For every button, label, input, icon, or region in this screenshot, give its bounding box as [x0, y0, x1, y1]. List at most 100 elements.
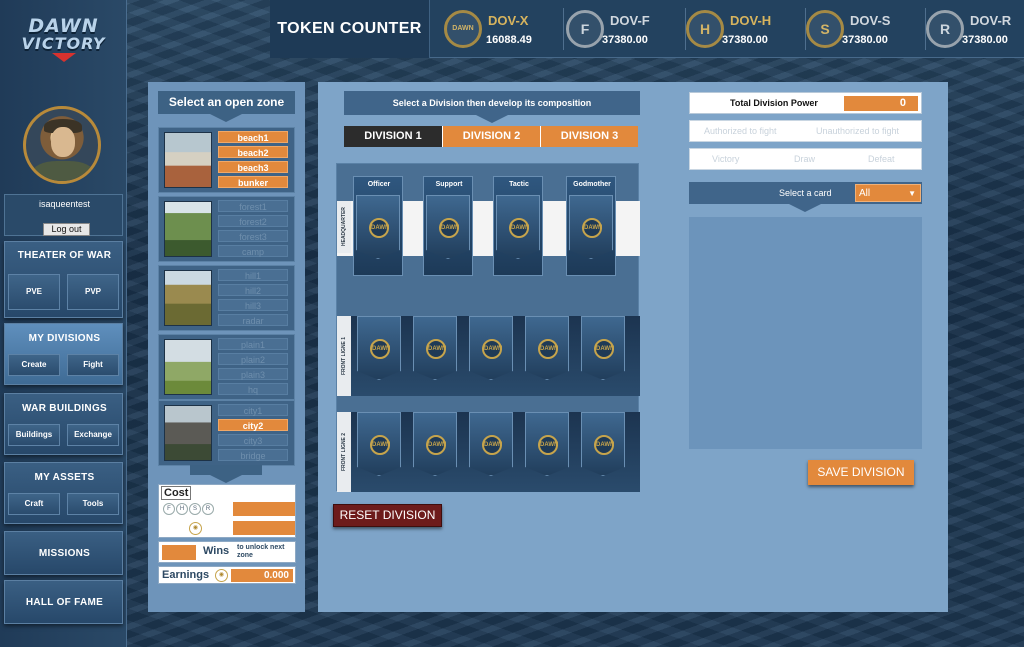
nav-war-buildings: WAR BUILDINGS Buildings Exchange	[4, 393, 123, 455]
zone-group-forest: forest1 forest2 forest3 camp	[158, 196, 295, 262]
card-slot[interactable]: DAWN	[426, 195, 470, 259]
front-line-2-slot-1[interactable]: DAWN	[357, 412, 401, 476]
nav-missions-label: MISSIONS	[38, 548, 91, 559]
nav-fight-button[interactable]: Fight	[67, 354, 119, 376]
zone-item[interactable]: hq	[218, 383, 288, 395]
front-line-1-slot-4[interactable]: DAWN	[525, 316, 569, 380]
nav-divisions-title[interactable]: MY DIVISIONS	[5, 333, 124, 344]
front-line-1-slot-2[interactable]: DAWN	[413, 316, 457, 380]
division-tab-2[interactable]: DIVISION 2	[442, 126, 540, 147]
zone-group-plain: plain1 plain2 plain3 hq	[158, 334, 295, 400]
zone-item[interactable]: plain3	[218, 368, 288, 380]
logout-button[interactable]: Log out	[43, 223, 90, 236]
nav-buildings-title[interactable]: WAR BUILDINGS	[5, 403, 124, 414]
wins-box: Wins to unlock next zone	[158, 541, 296, 563]
hq-card-tactic[interactable]: Tactic DAWN	[493, 176, 543, 276]
nav-missions-button[interactable]: MISSIONS	[4, 531, 123, 575]
front-line-1-slot-5[interactable]: DAWN	[581, 316, 625, 380]
dov-h-coin-icon: H	[686, 10, 724, 48]
front-line-2-slot-3[interactable]: DAWN	[469, 412, 513, 476]
card-slot[interactable]: DAWN	[569, 195, 613, 259]
dawn-victory-logo[interactable]: DAWN VICTORY	[0, 0, 127, 78]
division-header: Select a Division then develop its compo…	[344, 91, 640, 123]
zone-item[interactable]: city1	[218, 404, 288, 416]
cost-box: Cost F H S R ◉	[158, 484, 296, 538]
city-zone-image	[164, 405, 212, 461]
zone-item[interactable]: city2	[218, 419, 288, 431]
wins-note: to unlock next zone	[237, 544, 285, 559]
zone-item[interactable]: camp	[218, 245, 288, 257]
nav-craft-button[interactable]: Craft	[8, 493, 60, 515]
cost-token-bar	[233, 502, 295, 516]
zone-item[interactable]: plain1	[218, 338, 288, 350]
token-value: 37380.00	[722, 34, 768, 46]
zone-item[interactable]: beach2	[218, 146, 288, 158]
hq-card-support[interactable]: Support DAWN	[423, 176, 473, 276]
hq-card-officer[interactable]: Officer DAWN	[353, 176, 403, 276]
token-dov-f: F DOV-F 37380.00	[566, 8, 686, 50]
token-name: DOV-S	[850, 13, 891, 28]
front-line-2-slot-4[interactable]: DAWN	[525, 412, 569, 476]
zone-group-city: city1 city2 city3 bridge	[158, 400, 295, 466]
zone-group-beach: beach1 beach2 beach3 bunker	[158, 127, 295, 193]
card-filter-select[interactable]: All ▼	[855, 184, 921, 202]
dov-x-coin-icon: DAWN	[444, 10, 482, 48]
total-power-label: Total Division Power	[730, 98, 818, 108]
front-line-2-slot-5[interactable]: DAWN	[581, 412, 625, 476]
zone-item[interactable]: beach3	[218, 161, 288, 173]
nav-theater-title[interactable]: THEATER OF WAR	[5, 250, 124, 261]
zone-item[interactable]: beach1	[218, 131, 288, 143]
nav-tools-button[interactable]: Tools	[67, 493, 119, 515]
user-avatar	[23, 106, 101, 184]
nav-pve-button[interactable]: PVE	[8, 274, 60, 310]
zone-item[interactable]: bunker	[218, 176, 288, 188]
zone-item[interactable]: city3	[218, 434, 288, 446]
sidebar: DAWN VICTORY isaqueentest Log out THEATE…	[0, 0, 127, 647]
cost-r-icon: R	[202, 503, 214, 515]
nav-my-divisions: MY DIVISIONS Create Fight	[4, 323, 123, 385]
hq-card-godmother[interactable]: Godmother DAWN	[566, 176, 616, 276]
zone-item[interactable]: bridge	[218, 449, 288, 461]
front-line-1-slot-1[interactable]: DAWN	[357, 316, 401, 380]
card-slot[interactable]: DAWN	[356, 195, 400, 259]
division-tab-3[interactable]: DIVISION 3	[540, 126, 638, 147]
nav-hall-of-fame-button[interactable]: HALL OF FAME	[4, 580, 123, 624]
nav-buildings-button[interactable]: Buildings	[8, 424, 60, 446]
zone-item[interactable]: hill3	[218, 299, 288, 311]
zone-item[interactable]: hill2	[218, 284, 288, 296]
front-line-2-slot-2[interactable]: DAWN	[413, 412, 457, 476]
earnings-box: Earnings ◉ 0.000	[158, 566, 296, 584]
zone-item[interactable]: forest2	[218, 215, 288, 227]
nav-assets-title[interactable]: MY ASSETS	[5, 472, 124, 483]
token-name: DOV-H	[730, 13, 772, 28]
front-line-2-label: FRONT LIGNE 2	[337, 412, 351, 492]
dawn-emblem-icon: DAWN	[482, 339, 502, 359]
cost-dawn-coin-icon: ◉	[189, 522, 202, 535]
nav-pvp-button[interactable]: PVP	[67, 274, 119, 310]
token-dov-h: H DOV-H 37380.00	[686, 8, 806, 50]
defeat-label: Defeat	[868, 154, 895, 164]
dawn-emblem-icon: DAWN	[509, 218, 529, 238]
division-tab-1[interactable]: DIVISION 1	[344, 126, 442, 147]
reset-division-button[interactable]: RESET DIVISION	[333, 504, 442, 527]
victory-label: Victory	[712, 154, 740, 164]
nav-create-button[interactable]: Create	[8, 354, 60, 376]
front-line-1-slot-3[interactable]: DAWN	[469, 316, 513, 380]
card-list-area[interactable]	[689, 217, 922, 449]
save-division-button[interactable]: SAVE DIVISION	[808, 460, 914, 485]
dawn-emblem-icon: DAWN	[369, 218, 389, 238]
zone-item[interactable]: forest3	[218, 230, 288, 242]
earnings-value: 0.000	[231, 569, 293, 582]
zone-item[interactable]: plain2	[218, 353, 288, 365]
card-slot[interactable]: DAWN	[496, 195, 540, 259]
divider	[563, 8, 564, 50]
hq-card-name: Officer	[367, 181, 391, 188]
zone-item[interactable]: hill1	[218, 269, 288, 281]
nav-hall-label: HALL OF FAME	[25, 597, 104, 608]
zone-item[interactable]: radar	[218, 314, 288, 326]
chevron-down-icon: ▼	[908, 189, 916, 198]
zone-item[interactable]: forest1	[218, 200, 288, 212]
nav-exchange-button[interactable]: Exchange	[67, 424, 119, 446]
token-value: 37380.00	[962, 34, 1008, 46]
dawn-emblem-icon: DAWN	[370, 339, 390, 359]
